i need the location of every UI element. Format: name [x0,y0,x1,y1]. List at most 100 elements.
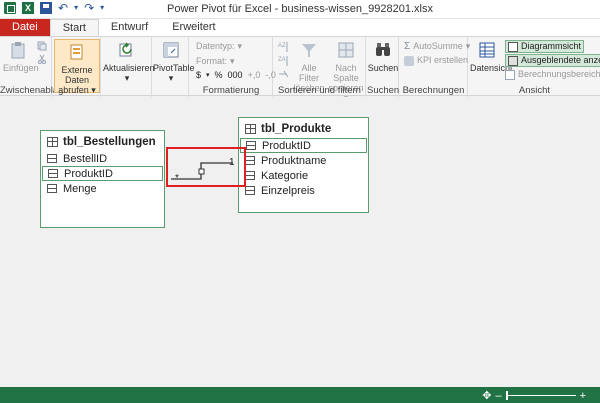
column-einzelpreis[interactable]: Einzelpreis [239,183,368,198]
column-icon [245,186,255,195]
clear-sort-icon[interactable] [278,69,290,79]
column-label: ProduktID [262,139,311,152]
svg-text:AZ: AZ [278,43,286,49]
tab-advanced[interactable]: Erweitert [160,19,227,36]
group-label-clipboard: Zwischenablage [0,85,69,96]
find-button[interactable]: Suchen [367,41,399,73]
zoom-slider-thumb[interactable] [505,391,508,400]
binoculars-icon [376,43,390,56]
increase-decimal-button[interactable]: +,0 [248,70,261,81]
show-hidden-icon [508,55,518,66]
column-label: ProduktID [64,167,113,180]
svg-text:ZA: ZA [278,57,286,63]
column-icon [246,141,256,150]
diagram-icon [508,41,518,52]
chevron-down-icon: ▾ [230,56,235,66]
group-pivottable: PivotTable ▾ [153,37,195,97]
column-label: Produktname [261,154,327,167]
group-label-calculations: Berechnungen [402,85,465,96]
diagram-view-label: Diagrammsicht [521,41,582,51]
column-kategorie[interactable]: Kategorie [239,168,368,183]
group-label-sort-filter: Sortieren und filtern [278,85,361,96]
create-kpi-button[interactable]: KPI erstellen [404,55,468,66]
column-menge[interactable]: Menge [41,181,164,196]
group-refresh: Aktualisieren ▾ [102,37,155,97]
column-produktid[interactable]: ProduktID [240,138,367,153]
title-bar: X ↶ ▾ ↷ ▾ Power Pivot für Excel - busine… [0,0,600,19]
find-label: Suchen [367,63,399,73]
refresh-button[interactable]: Aktualisieren ▾ [103,41,155,83]
diagram-canvas[interactable]: tbl_Bestellungen BestellID ProduktID Men… [0,97,600,387]
data-view-label: Datensicht [470,63,513,73]
ribbon-tabs: Datei Start Entwurf Erweitert [0,19,600,36]
status-bar: ✥ – + [0,387,600,403]
column-produktid[interactable]: ProduktID [42,166,163,181]
column-icon [245,171,255,180]
table-icon [47,137,58,147]
group-formatting: Datentyp: ▾ Format: ▾ $ ▾ % 000 +,0 -,0 Fo… [190,37,276,97]
cut-icon[interactable] [37,54,47,64]
zoom-control: ✥ – + [482,389,586,403]
sigma-icon: Σ [404,41,411,52]
table-header[interactable]: tbl_Bestellungen [41,131,164,151]
column-icon [48,169,58,178]
table-title: tbl_Bestellungen [63,136,156,148]
thousands-separator-button[interactable]: 000 [228,70,243,81]
autosum-label: AutoSumme [413,41,463,51]
column-icon [245,156,255,165]
window-title: Power Pivot für Excel - business-wissen_… [167,3,433,15]
column-label: BestellID [63,152,108,165]
table-tbl-bestellungen[interactable]: tbl_Bestellungen BestellID ProduktID Men… [40,130,165,228]
group-external-data: Externe Daten abrufen ▾ [53,37,101,97]
table-header[interactable]: tbl_Produkte [239,118,368,138]
create-kpi-label: KPI erstellen [417,55,469,65]
filter-clear-icon [302,44,316,57]
data-view-button[interactable]: Datensicht [470,41,513,73]
data-view-icon [479,42,495,58]
zoom-in-button[interactable]: + [580,390,586,402]
show-hidden-label: Ausgeblendete anzeigen [521,55,600,65]
get-external-data-button[interactable]: Externe Daten abrufen ▾ [54,39,100,95]
group-label-formatting: Formatierung [202,85,260,96]
tab-file[interactable]: Datei [0,19,50,36]
tab-start[interactable]: Start [49,19,99,36]
fit-to-window-icon[interactable]: ✥ [482,389,491,402]
paste-button[interactable]: Einfügen [3,41,39,73]
show-hidden-toggle[interactable]: Ausgeblendete anzeigen [505,54,600,67]
column-label: Kategorie [261,169,309,182]
zoom-slider[interactable] [505,391,576,400]
table-tbl-produkte[interactable]: tbl_Produkte ProduktID Produktname Kateg… [238,117,369,213]
tab-design[interactable]: Entwurf [99,19,160,36]
chevron-down-icon: ▾ [168,73,174,83]
calculation-area-label: Berechnungsbereich [518,69,600,79]
group-view: Datensicht Diagrammsicht Ausgeblendete a… [469,37,600,97]
sort-ascending-icon[interactable]: AZ [278,41,290,53]
autosum-button[interactable]: Σ AutoSumme ▾ [404,41,470,52]
chevron-down-icon: ▾ [206,72,210,79]
diagram-view-toggle[interactable]: Diagrammsicht [505,40,585,53]
external-data-label-1: Externe Daten [61,65,93,85]
ribbon: Einfügen Zwischenablage Externe Daten ab… [0,36,600,103]
zoom-out-button[interactable]: – [495,390,501,402]
column-label: Einzelpreis [261,184,315,197]
calculation-area-button[interactable]: Berechnungsbereich [505,69,600,80]
currency-format-button[interactable]: $ [196,70,201,81]
format-dropdown[interactable]: Format: ▾ [196,56,235,67]
column-produktname[interactable]: Produktname [239,153,368,168]
calculation-area-icon [505,69,515,80]
sort-descending-icon[interactable]: ZA [278,55,290,67]
sort-by-column-icon [338,42,354,58]
percent-format-button[interactable]: % [215,70,223,81]
column-bestellid[interactable]: BestellID [41,151,164,166]
group-calculations: Σ AutoSumme ▾ KPI erstellen Berechnungen [400,37,470,97]
column-icon [47,154,57,163]
pivottable-icon [163,42,179,58]
copy-icon[interactable] [37,41,47,51]
datatype-dropdown[interactable]: Datentyp: ▾ [196,41,242,52]
group-find: Suchen Suchen [367,37,399,97]
pivottable-button[interactable]: PivotTable ▾ [153,41,195,83]
group-clipboard: Einfügen Zwischenablage [0,37,69,97]
external-data-label-2: abrufen [58,85,89,95]
column-label: Menge [63,182,97,195]
paste-icon [11,42,25,59]
